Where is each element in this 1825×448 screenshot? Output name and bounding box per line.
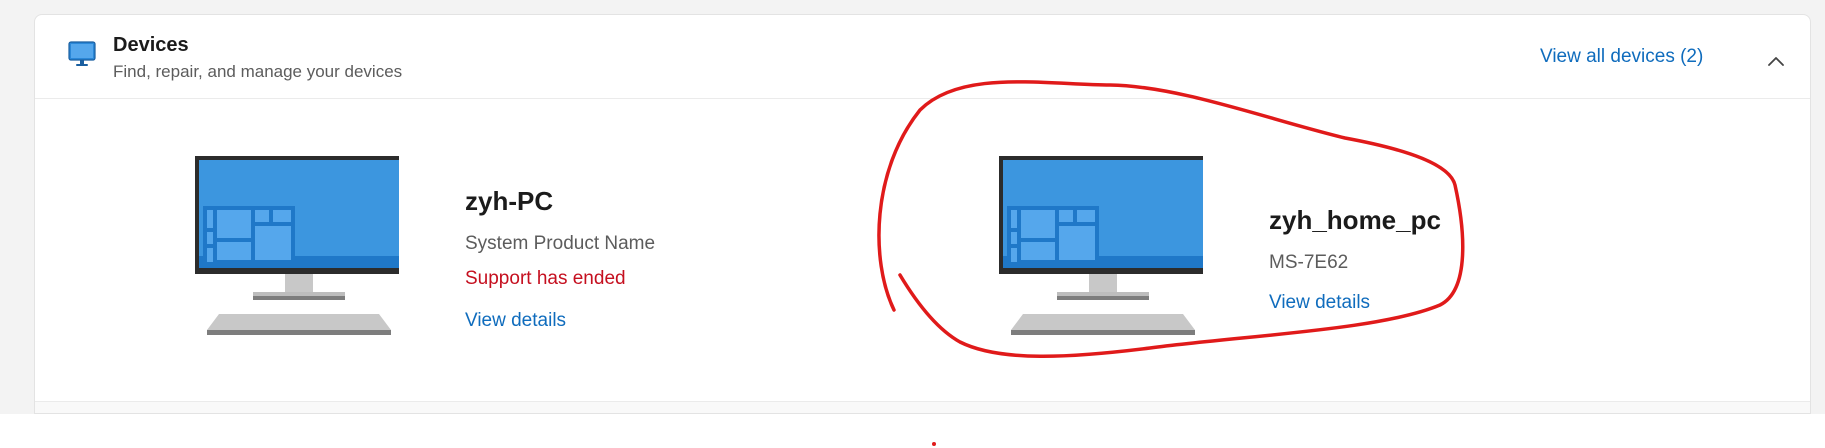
device-item: zyh_home_pc MS-7E62 View details: [963, 99, 1663, 399]
chevron-up-icon[interactable]: [1765, 51, 1787, 73]
view-details-link[interactable]: View details: [1269, 292, 1370, 314]
device-model: MS-7E62: [1269, 252, 1349, 273]
devices-card-header: Devices Find, repair, and manage your de…: [35, 15, 1810, 99]
view-all-devices-link[interactable]: View all devices (2): [1540, 46, 1703, 68]
view-details-link[interactable]: View details: [465, 310, 566, 332]
device-name: zyh_home_pc: [1269, 205, 1441, 235]
desktop-pc-icon: [195, 156, 399, 335]
device-name: zyh-PC: [465, 186, 554, 216]
support-status: Support has ended: [465, 268, 626, 289]
device-model: System Product Name: [465, 233, 656, 254]
card-title: Devices: [113, 34, 189, 56]
devices-card: Devices Find, repair, and manage your de…: [34, 14, 1811, 414]
desktop-pc-icon: [999, 156, 1203, 335]
device-item: zyh-PC System Product Name Support has e…: [159, 99, 859, 399]
devices-list: zyh-PC System Product Name Support has e…: [35, 99, 1810, 399]
card-footer: [35, 401, 1810, 413]
card-subtitle: Find, repair, and manage your devices: [113, 62, 403, 81]
monitor-icon: [68, 41, 96, 66]
page-bottom-area: [0, 414, 1825, 448]
